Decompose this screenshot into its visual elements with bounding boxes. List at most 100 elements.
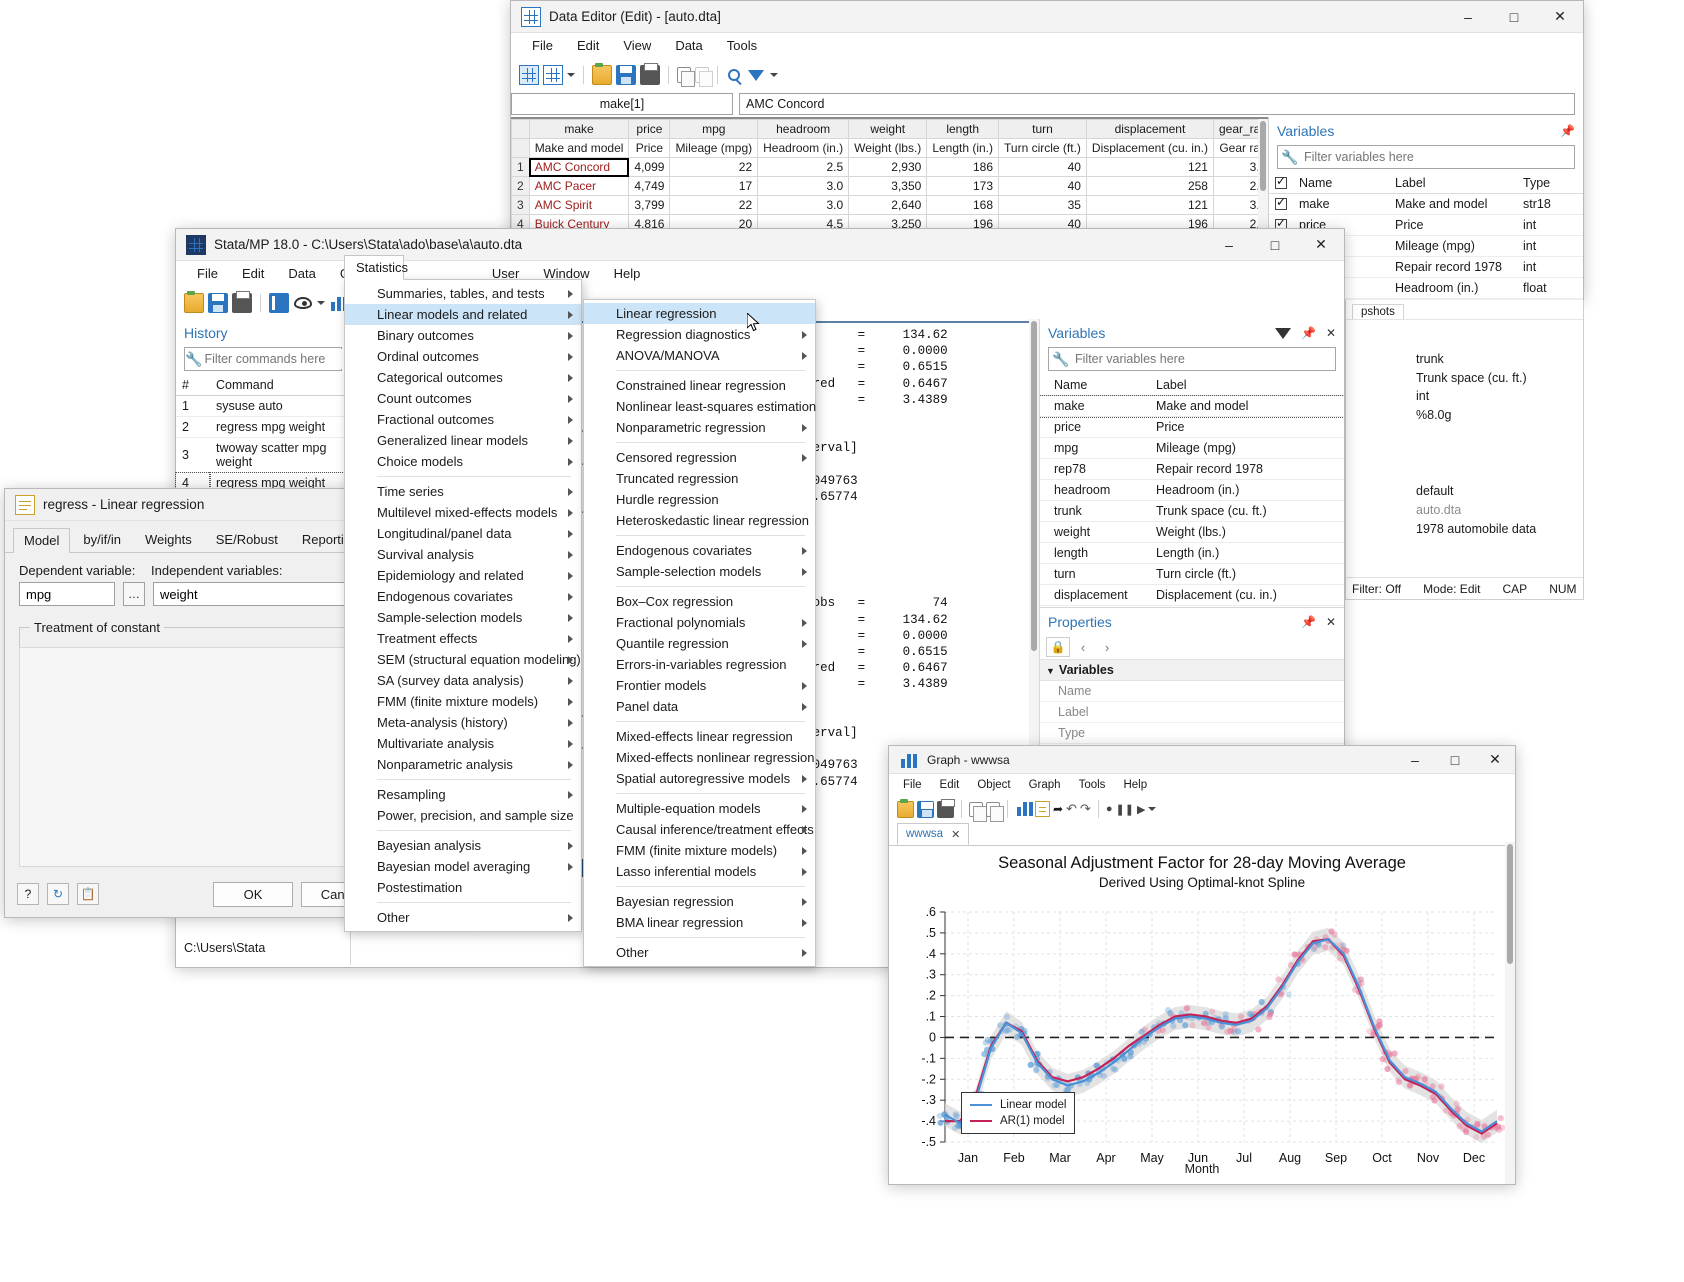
cell-headroom[interactable]: 3.0: [758, 196, 849, 215]
menu-item-sem-structural-equation-modeling[interactable]: SEM (structural equation modeling): [345, 649, 581, 670]
menu-item-generalized-linear-models[interactable]: Generalized linear models: [345, 430, 581, 451]
close-button[interactable]: ✕: [1475, 746, 1515, 774]
col-header-price[interactable]: price: [629, 120, 670, 139]
graph-vertical-scrollbar[interactable]: [1505, 842, 1515, 1184]
list-item[interactable]: 1 sysuse auto: [176, 396, 350, 417]
reset-icon[interactable]: ↻: [47, 883, 69, 905]
variables-filter[interactable]: 🔧: [1277, 145, 1575, 169]
col-header-mpg[interactable]: mpg: [670, 120, 758, 139]
menu-item-linear-regression[interactable]: Linear regression: [584, 303, 815, 324]
menu-file[interactable]: File: [895, 777, 930, 793]
table-row[interactable]: 3 AMC Spirit 3,799 22 3.0 2,640 168 35 1…: [512, 196, 1269, 215]
lock-icon[interactable]: 🔒: [1046, 637, 1070, 657]
save-icon[interactable]: [917, 801, 934, 818]
tab-model[interactable]: Model: [13, 528, 70, 553]
menu-item-other[interactable]: Other: [584, 942, 815, 963]
menu-item-causal-inference-treatment-effects[interactable]: Causal inference/treatment effects: [584, 819, 815, 840]
menu-item-categorical-outcomes[interactable]: Categorical outcomes: [345, 367, 581, 388]
col-header-weight[interactable]: weight: [849, 120, 927, 139]
list-item[interactable]: displacement Displacement (cu. in.): [1040, 585, 1344, 606]
previous-icon[interactable]: ‹: [1072, 637, 1094, 657]
close-icon[interactable]: ✕: [1326, 326, 1336, 340]
list-item[interactable]: 2 regress mpg weight: [176, 417, 350, 438]
cell-displacement[interactable]: 121: [1086, 158, 1213, 177]
chevron-down-icon[interactable]: [317, 301, 325, 305]
col-header-displacement[interactable]: displacement: [1086, 120, 1213, 139]
menu-item-panel-data[interactable]: Panel data: [584, 696, 815, 717]
save-icon[interactable]: [616, 65, 636, 85]
cell-length[interactable]: 173: [927, 177, 999, 196]
new-graph-icon[interactable]: [1015, 801, 1032, 818]
copy-icon[interactable]: [677, 67, 691, 83]
menu-item-fmm-finite-mixture-models[interactable]: FMM (finite mixture models): [584, 840, 815, 861]
menu-item-lasso-inferential-models[interactable]: Lasso inferential models: [584, 861, 815, 882]
menu-item-ordinal-outcomes[interactable]: Ordinal outcomes: [345, 346, 581, 367]
cell-turn[interactable]: 40: [999, 177, 1087, 196]
cell-headroom[interactable]: 2.5: [758, 158, 849, 177]
open-icon[interactable]: [897, 801, 914, 818]
history-filter[interactable]: 🔧: [184, 347, 342, 371]
col-header-headroom[interactable]: headroom: [758, 120, 849, 139]
menu-item-nonparametric-analysis[interactable]: Nonparametric analysis: [345, 754, 581, 775]
menu-item-binary-outcomes[interactable]: Binary outcomes: [345, 325, 581, 346]
menu-item-anova-manova[interactable]: ANOVA/MANOVA: [584, 345, 815, 366]
dependent-variable-combo[interactable]: [19, 582, 115, 606]
list-item[interactable]: trunk Trunk space (cu. ft.): [1040, 501, 1344, 522]
menu-item-sample-selection-models[interactable]: Sample-selection models: [345, 607, 581, 628]
menu-item-epidemiology-and-related[interactable]: Epidemiology and related: [345, 565, 581, 586]
menu-edit[interactable]: Edit: [566, 35, 610, 56]
menu-item-errors-in-variables-regression[interactable]: Errors-in-variables regression: [584, 654, 815, 675]
cell-price[interactable]: 3,799: [629, 196, 670, 215]
history-num-header[interactable]: #: [176, 375, 210, 396]
close-icon[interactable]: ✕: [951, 828, 960, 841]
edit-mode-icon[interactable]: [519, 65, 539, 85]
menu-item-fmm-finite-mixture-models[interactable]: FMM (finite mixture models): [345, 691, 581, 712]
browse-mode-icon[interactable]: [543, 65, 563, 85]
copy-icon[interactable]: [969, 802, 983, 817]
menu-item-constrained-linear-regression[interactable]: Constrained linear regression: [584, 375, 815, 396]
variables-filter[interactable]: 🔧: [1048, 347, 1336, 371]
menu-item-multivariate-analysis[interactable]: Multivariate analysis: [345, 733, 581, 754]
list-item[interactable]: turn Turn circle (ft.): [1040, 564, 1344, 585]
cell-price[interactable]: 4,099: [629, 158, 670, 177]
menu-item-other[interactable]: Other: [345, 907, 581, 928]
menu-item-nonparametric-regression[interactable]: Nonparametric regression: [584, 417, 815, 438]
menu-data[interactable]: Data: [277, 263, 326, 284]
maximize-button[interactable]: □: [1435, 746, 1475, 774]
cell-mpg[interactable]: 22: [670, 158, 758, 177]
menu-edit[interactable]: Edit: [932, 777, 968, 793]
save-icon[interactable]: [208, 293, 228, 313]
col-type-header[interactable]: Type: [1517, 173, 1583, 194]
log-icon[interactable]: [269, 293, 289, 313]
menu-item-endogenous-covariates[interactable]: Endogenous covariates: [345, 586, 581, 607]
menu-item-longitudinal-panel-data[interactable]: Longitudinal/panel data: [345, 523, 581, 544]
menu-item-bayesian-model-averaging[interactable]: Bayesian model averaging: [345, 856, 581, 877]
cell-price[interactable]: 4,749: [629, 177, 670, 196]
properties-group-variables[interactable]: ▼Variables: [1040, 659, 1344, 681]
record-icon[interactable]: ●: [1106, 803, 1113, 815]
tab-weights[interactable]: Weights: [134, 527, 203, 552]
maximize-button[interactable]: □: [1491, 1, 1537, 33]
menu-item-survival-analysis[interactable]: Survival analysis: [345, 544, 581, 565]
menu-item-quantile-regression[interactable]: Quantile regression: [584, 633, 815, 654]
menu-item-bayesian-regression[interactable]: Bayesian regression: [584, 891, 815, 912]
menu-view[interactable]: View: [612, 35, 662, 56]
menu-item-truncated-regression[interactable]: Truncated regression: [584, 468, 815, 489]
pin-icon[interactable]: 📌: [1301, 615, 1316, 629]
print-icon[interactable]: [640, 65, 660, 85]
cell-headroom[interactable]: 3.0: [758, 177, 849, 196]
menu-item-heteroskedastic-linear-regression[interactable]: Heteroskedastic linear regression: [584, 510, 815, 531]
print-icon[interactable]: [937, 801, 954, 818]
close-button[interactable]: ✕: [1298, 229, 1344, 261]
menu-item-power-precision-and-sample-size[interactable]: Power, precision, and sample size: [345, 805, 581, 826]
list-item[interactable]: price Price: [1040, 417, 1344, 438]
menu-item-summaries-tables-and-tests[interactable]: Summaries, tables, and tests: [345, 283, 581, 304]
menu-file[interactable]: File: [186, 263, 229, 284]
chevron-down-icon[interactable]: [567, 73, 575, 77]
menu-item-hurdle-regression[interactable]: Hurdle regression: [584, 489, 815, 510]
undo-icon[interactable]: ↶: [1066, 801, 1077, 817]
history-command-header[interactable]: Command: [210, 375, 350, 396]
command-prompt[interactable]: C:\Users\Stata: [176, 933, 350, 965]
cell-make[interactable]: AMC Pacer: [529, 177, 629, 196]
filter-icon[interactable]: [748, 70, 764, 81]
